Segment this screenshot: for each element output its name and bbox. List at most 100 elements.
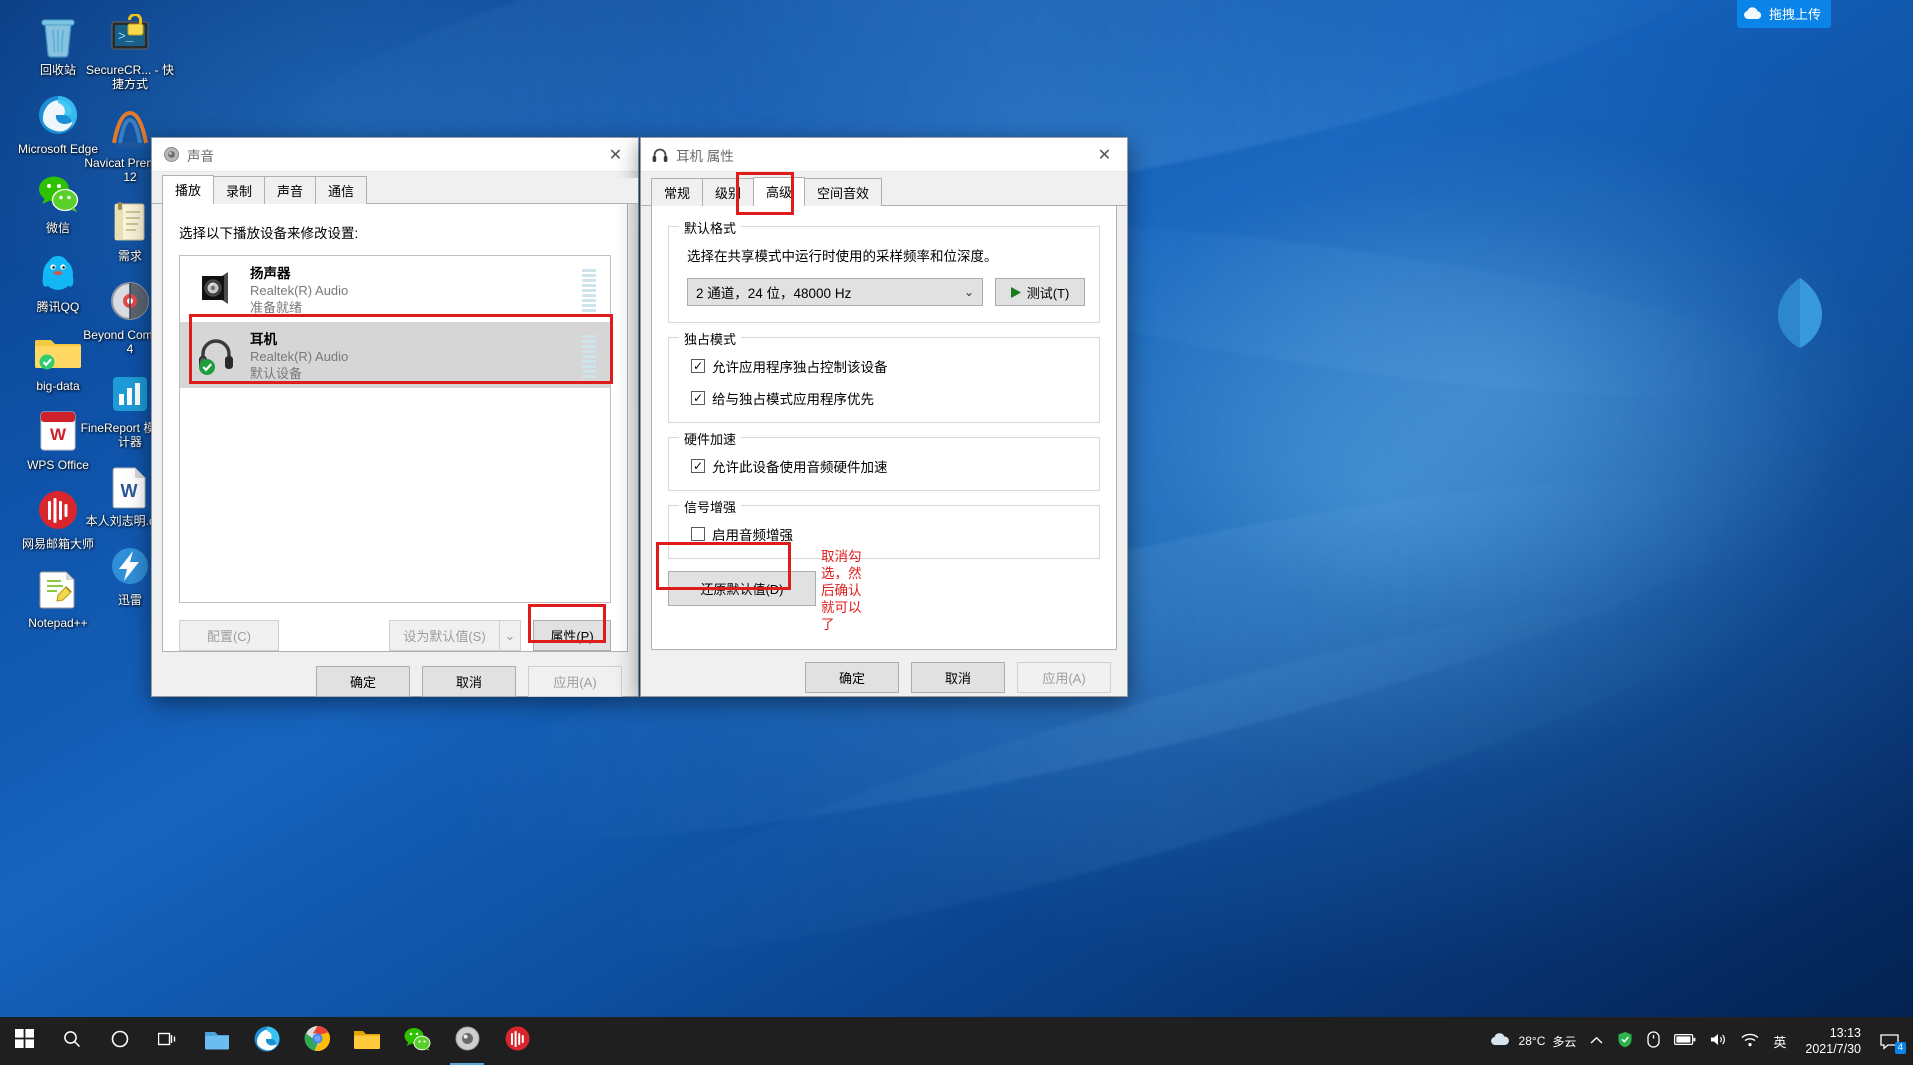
upload-chip-label: 拖拽上传 — [1768, 7, 1821, 22]
svg-text:W: W — [121, 481, 138, 501]
desktop-icon-label: SecureCR... - 快捷方式 — [85, 63, 175, 91]
hardware-acceleration-group: 硬件加速 ✓ 允许此设备使用音频硬件加速 — [668, 429, 1100, 491]
checkbox-exclusive-control[interactable]: ✓ — [691, 359, 705, 373]
close-icon[interactable]: ✕ — [593, 138, 638, 171]
navicat-icon — [106, 105, 154, 153]
play-icon — [1010, 286, 1021, 298]
taskbar-app-explorer[interactable] — [342, 1017, 392, 1065]
close-icon[interactable]: ✕ — [1082, 138, 1127, 171]
set-default-button[interactable]: 设为默认值(S) — [389, 620, 499, 651]
checkbox-row-exclusive-priority[interactable]: ✓ 给与独占模式应用程序优先 — [683, 388, 1085, 408]
battery-tray-button[interactable] — [1667, 1017, 1703, 1065]
word-doc-icon: W — [106, 463, 154, 511]
tab-sounds[interactable]: 声音 — [264, 176, 317, 204]
sound-dialog-footer: 确定 取消 应用(A) — [152, 652, 638, 697]
wechat-icon — [403, 1026, 431, 1057]
sound-dialog-titlebar[interactable]: 声音 ✕ — [152, 138, 638, 172]
taskbar-app-sound[interactable] — [442, 1017, 492, 1065]
network-tray-button[interactable] — [1734, 1017, 1766, 1065]
checkbox-label: 给与独占模式应用程序优先 — [712, 392, 874, 407]
task-view-button[interactable] — [144, 1017, 192, 1065]
beyond-compare-icon — [106, 277, 154, 325]
apply-button[interactable]: 应用(A) — [1017, 662, 1111, 693]
volume-tray-button[interactable] — [1703, 1017, 1734, 1065]
thunder-icon — [106, 542, 154, 590]
volume-icon — [1710, 1032, 1727, 1050]
properties-dialog-titlebar[interactable]: 耳机 属性 ✕ — [641, 138, 1127, 172]
sound-dialog-tabs[interactable]: 播放 录制 声音 通信 — [152, 175, 638, 204]
security-tray-button[interactable] — [1610, 1017, 1640, 1065]
search-button[interactable] — [48, 1017, 96, 1065]
tab-spatial-audio[interactable]: 空间音效 — [804, 178, 883, 206]
notification-center-button[interactable]: 4 — [1873, 1017, 1913, 1065]
taskbar-app-wechat[interactable] — [392, 1017, 442, 1065]
device-info-speakers: 扬声器 Realtek(R) Audio 准备就绪 — [250, 262, 582, 316]
desktop-icon-label: 迅雷 — [117, 593, 142, 607]
folder-notes-icon — [106, 198, 154, 246]
taskbar-app-1[interactable] — [192, 1017, 242, 1065]
signal-enhancement-group: 信号增强 启用音频增强 — [668, 497, 1100, 559]
checkbox-exclusive-priority[interactable]: ✓ — [691, 391, 705, 405]
tab-advanced[interactable]: 高级 — [753, 177, 806, 206]
exclusive-mode-group-title: 独占模式 — [679, 329, 742, 348]
default-format-row: 2 通道，24 位，48000 Hz ⌄ 测试(T) — [683, 278, 1085, 306]
playback-device-list[interactable]: 扬声器 Realtek(R) Audio 准备就绪 耳机 Realtek(R) … — [179, 255, 611, 603]
properties-dialog-tabs[interactable]: 常规 级别 高级 空间音效 — [641, 177, 1127, 206]
test-button[interactable]: 测试(T) — [995, 278, 1085, 306]
checkbox-row-hardware-acceleration[interactable]: ✓ 允许此设备使用音频硬件加速 — [683, 456, 1085, 476]
cancel-button[interactable]: 取消 — [422, 666, 516, 697]
set-default-split-button[interactable]: 设为默认值(S) ⌄ — [389, 620, 521, 651]
sound-dialog[interactable]: 声音 ✕ 播放 录制 声音 通信 选择以下播放设备来修改设置: 扬声器 Real… — [151, 137, 639, 697]
apply-button[interactable]: 应用(A) — [528, 666, 622, 697]
svg-text:W: W — [50, 425, 67, 444]
desktop-icon-securecrt[interactable]: >_ SecureCR... - 快捷方式 — [80, 12, 180, 91]
ime-icon: 英 — [1773, 1034, 1787, 1050]
weather-temperature: 28°C — [1518, 1034, 1546, 1048]
hardware-acceleration-group-title: 硬件加速 — [679, 429, 742, 448]
exclusive-mode-group: 独占模式 ✓ 允许应用程序独占控制该设备 ✓ 给与独占模式应用程序优先 — [668, 329, 1100, 423]
ok-button[interactable]: 确定 — [805, 662, 899, 693]
device-row-speakers[interactable]: 扬声器 Realtek(R) Audio 准备就绪 — [180, 256, 610, 322]
checkbox-row-exclusive-control[interactable]: ✓ 允许应用程序独占控制该设备 — [683, 356, 1085, 376]
weather-widget[interactable]: 28°C 多云 — [1482, 1017, 1584, 1065]
tab-general[interactable]: 常规 — [651, 178, 704, 206]
headphone-properties-dialog[interactable]: 耳机 属性 ✕ 常规 级别 高级 空间音效 默认格式 选择在共享模式中运行时使用… — [640, 137, 1128, 697]
desktop-icon-label: 微信 — [45, 221, 70, 235]
tab-playback[interactable]: 播放 — [162, 175, 215, 204]
checkbox-audio-enhancement[interactable] — [691, 527, 705, 541]
configure-button[interactable]: 配置(C) — [179, 620, 279, 651]
show-hidden-icons-button[interactable] — [1583, 1017, 1610, 1065]
headphone-device-icon — [194, 332, 240, 378]
tab-communications[interactable]: 通信 — [315, 176, 368, 204]
tab-levels[interactable]: 级别 — [702, 178, 755, 206]
taskbar-clock[interactable]: 13:13 2021/7/30 — [1793, 1025, 1873, 1057]
start-button[interactable] — [0, 1017, 48, 1065]
cancel-button[interactable]: 取消 — [911, 662, 1005, 693]
tab-recording[interactable]: 录制 — [213, 176, 266, 204]
default-format-description: 选择在共享模式中运行时使用的采样频率和位深度。 — [687, 249, 998, 264]
format-dropdown-value: 2 通道，24 位，48000 Hz — [696, 286, 852, 301]
taskbar-app-edge[interactable] — [242, 1017, 292, 1065]
set-default-dropdown-arrow[interactable]: ⌄ — [499, 620, 521, 651]
upload-chip[interactable]: 拖拽上传 — [1736, 0, 1831, 28]
device-status: 默认设备 — [250, 366, 303, 381]
ime-tray-button[interactable]: 英 — [1766, 1017, 1793, 1065]
format-dropdown[interactable]: 2 通道，24 位，48000 Hz ⌄ — [687, 278, 983, 306]
checkbox-row-audio-enhancement[interactable]: 启用音频增强 — [683, 524, 1085, 544]
taskbar-app-chrome[interactable] — [292, 1017, 342, 1065]
taskbar-app-netease[interactable] — [492, 1017, 542, 1065]
system-tray[interactable]: 28°C 多云 英 13:13 2021/7/30 4 — [1482, 1017, 1913, 1065]
clock-time: 13:13 — [1829, 1026, 1861, 1040]
wallpaper-glow — [1120, 120, 1880, 640]
cortana-button[interactable] — [96, 1017, 144, 1065]
checkbox-hardware-acceleration[interactable]: ✓ — [691, 459, 705, 473]
device-driver: Realtek(R) Audio — [250, 283, 349, 298]
taskbar[interactable]: 28°C 多云 英 13:13 2021/7/30 4 — [0, 1017, 1913, 1065]
checkbox-label: 允许应用程序独占控制该设备 — [712, 360, 888, 375]
properties-button[interactable]: 属性(P) — [533, 620, 611, 651]
device-row-headphones[interactable]: 耳机 Realtek(R) Audio 默认设备 — [180, 322, 610, 388]
mouse-tray-button[interactable] — [1640, 1017, 1667, 1065]
sound-dialog-title: 声音 — [187, 148, 214, 164]
ok-button[interactable]: 确定 — [316, 666, 410, 697]
restore-defaults-button[interactable]: 还原默认值(D) — [668, 571, 816, 606]
